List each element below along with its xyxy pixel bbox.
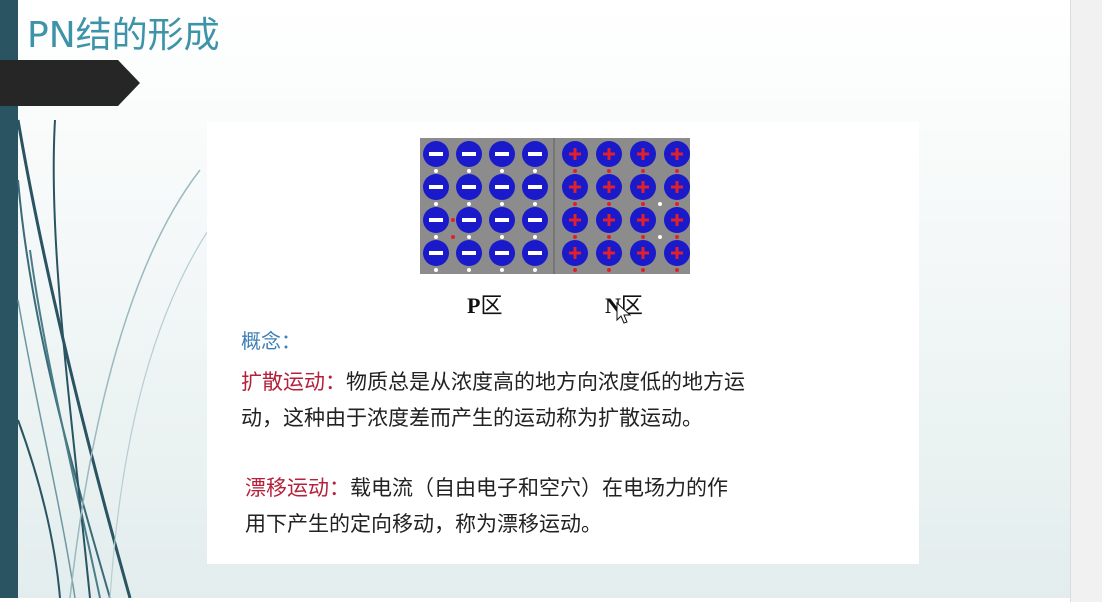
donor-ion xyxy=(562,240,588,266)
mouse-cursor-icon xyxy=(616,302,632,324)
donor-ion xyxy=(664,207,690,233)
acceptor-ion xyxy=(423,240,449,266)
acceptor-ion xyxy=(522,207,548,233)
donor-ion xyxy=(596,240,622,266)
hole xyxy=(500,169,504,173)
free-electron xyxy=(641,169,645,173)
concept-heading: 概念： xyxy=(241,329,301,353)
hole xyxy=(467,202,471,206)
acceptor-ion xyxy=(456,174,482,200)
diffusion-paragraph: 扩散运动：物质总是从浓度高的地方向浓度低的地方运 动，这种由于浓度差而产生的运动… xyxy=(241,364,745,436)
donor-ion xyxy=(562,141,588,167)
acceptor-ion xyxy=(489,240,515,266)
free-electron xyxy=(573,235,577,239)
hole xyxy=(434,268,438,272)
free-electron xyxy=(607,202,611,206)
hole xyxy=(658,235,662,239)
acceptor-ion xyxy=(456,207,482,233)
acceptor-ion xyxy=(522,240,548,266)
donor-ion xyxy=(596,174,622,200)
free-electron xyxy=(675,268,679,272)
donor-ion xyxy=(664,141,690,167)
acceptor-ion xyxy=(423,207,449,233)
drift-term: 漂移运动： xyxy=(245,476,350,500)
vertical-scrollbar[interactable] xyxy=(1070,0,1102,602)
hole xyxy=(533,169,537,173)
acceptor-ion xyxy=(522,174,548,200)
hole xyxy=(658,202,662,206)
p-region-label-letter: P xyxy=(467,293,481,318)
donor-ion xyxy=(664,174,690,200)
hole xyxy=(434,202,438,206)
acceptor-ion xyxy=(423,174,449,200)
free-electron xyxy=(641,235,645,239)
diffusion-term: 扩散运动： xyxy=(241,370,346,394)
acceptor-ion xyxy=(489,207,515,233)
hole xyxy=(500,235,504,239)
pn-junction-diagram xyxy=(420,138,690,274)
hole xyxy=(467,268,471,272)
free-electron xyxy=(573,202,577,206)
hole xyxy=(467,169,471,173)
hole xyxy=(467,235,471,239)
hole xyxy=(533,202,537,206)
slide-title: PN结的形成 xyxy=(27,15,220,56)
free-electron xyxy=(675,235,679,239)
donor-ion xyxy=(562,174,588,200)
free-electron xyxy=(675,202,679,206)
free-electron xyxy=(607,169,611,173)
p-region-label: P区 xyxy=(467,288,502,320)
slide: PN结的形成 P区 N区 概念： 扩散运动：物质总是从浓度高的地方向浓度低的地方… xyxy=(0,0,1070,598)
free-electron xyxy=(573,169,577,173)
acceptor-ion xyxy=(456,240,482,266)
acceptor-ion xyxy=(489,141,515,167)
free-electron xyxy=(675,169,679,173)
diffusion-text-1: 物质总是从浓度高的地方向浓度低的地方运 xyxy=(346,370,745,394)
donor-ion xyxy=(562,207,588,233)
drift-text-1: 载电流（自由电子和空穴）在电场力的作 xyxy=(350,476,728,500)
diffusion-line-1: 扩散运动：物质总是从浓度高的地方向浓度低的地方运 xyxy=(241,364,745,400)
free-electron xyxy=(641,202,645,206)
free-electron xyxy=(607,268,611,272)
donor-ion xyxy=(630,207,656,233)
acceptor-ion xyxy=(423,141,449,167)
donor-ion xyxy=(596,141,622,167)
acceptor-ion xyxy=(489,174,515,200)
diffusion-text-2: 动，这种由于浓度差而产生的运动称为扩散运动。 xyxy=(241,406,703,430)
content-panel: P区 N区 概念： 扩散运动：物质总是从浓度高的地方向浓度低的地方运 动，这种由… xyxy=(207,122,919,564)
donor-ion xyxy=(630,240,656,266)
hole xyxy=(500,268,504,272)
hole xyxy=(533,268,537,272)
drift-paragraph: 漂移运动：载电流（自由电子和空穴）在电场力的作 用下产生的定向移动，称为漂移运动… xyxy=(245,470,728,542)
donor-ion xyxy=(664,240,690,266)
free-electron xyxy=(573,268,577,272)
donor-ion xyxy=(596,207,622,233)
hole xyxy=(434,169,438,173)
acceptor-ion xyxy=(456,141,482,167)
free-electron xyxy=(641,268,645,272)
hole xyxy=(533,235,537,239)
title-banner xyxy=(0,60,140,106)
hole xyxy=(500,202,504,206)
p-region-label-suffix: 区 xyxy=(480,294,503,319)
free-electron xyxy=(451,218,455,222)
donor-ion xyxy=(630,141,656,167)
drift-line-1: 漂移运动：载电流（自由电子和空穴）在电场力的作 xyxy=(245,470,728,506)
drift-text-2: 用下产生的定向移动，称为漂移运动。 xyxy=(245,512,602,536)
free-electron xyxy=(451,235,455,239)
free-electron xyxy=(607,235,611,239)
acceptor-ion xyxy=(522,141,548,167)
hole xyxy=(434,235,438,239)
donor-ion xyxy=(630,174,656,200)
